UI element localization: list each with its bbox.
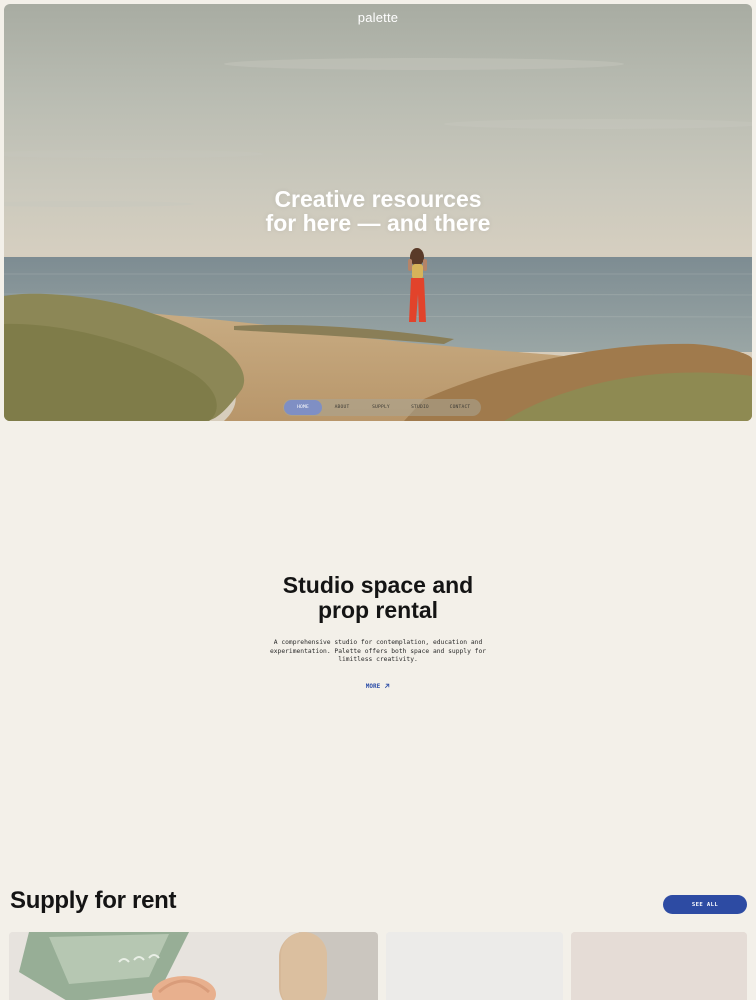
arrow-up-right-icon (385, 684, 390, 689)
intro-title: Studio space and prop rental (0, 573, 756, 623)
nav-item-supply[interactable]: SUPPLY (362, 400, 400, 415)
intro-section: Studio space and prop rental A comprehen… (0, 573, 756, 693)
hero-title: Creative resources for here — and there (4, 187, 752, 235)
nav-item-about[interactable]: ABOUT (322, 400, 362, 415)
hero-banner: palette Creative resources for here — an… (4, 4, 752, 421)
nav-item-studio[interactable]: STUDIO (400, 400, 440, 415)
more-link[interactable]: MORE (366, 683, 390, 690)
hero-title-line-2: for here — and there (265, 210, 491, 236)
supply-card-image (386, 932, 563, 1000)
see-all-button[interactable]: SEE ALL (663, 895, 747, 914)
supply-card-1[interactable] (9, 932, 378, 1000)
intro-title-line-1: Studio space and (282, 572, 474, 598)
brand-logo[interactable]: palette (4, 10, 752, 25)
more-link-label: MORE (365, 682, 381, 690)
intro-title-line-2: prop rental (317, 597, 439, 623)
supply-card-image (571, 932, 747, 1000)
hero-title-line-1: Creative resources (274, 186, 482, 212)
supply-card-3[interactable] (571, 932, 747, 1000)
intro-description: A comprehensive studio for contemplation… (269, 639, 487, 664)
supply-card-image (9, 932, 378, 1000)
nav-item-contact[interactable]: CONTACT (440, 400, 480, 415)
supply-section-title: Supply for rent (10, 887, 177, 914)
supply-card-2[interactable] (386, 932, 563, 1000)
nav-item-home[interactable]: HOME (284, 400, 322, 415)
main-navigation: HOME ABOUT SUPPLY STUDIO CONTACT (283, 399, 481, 416)
